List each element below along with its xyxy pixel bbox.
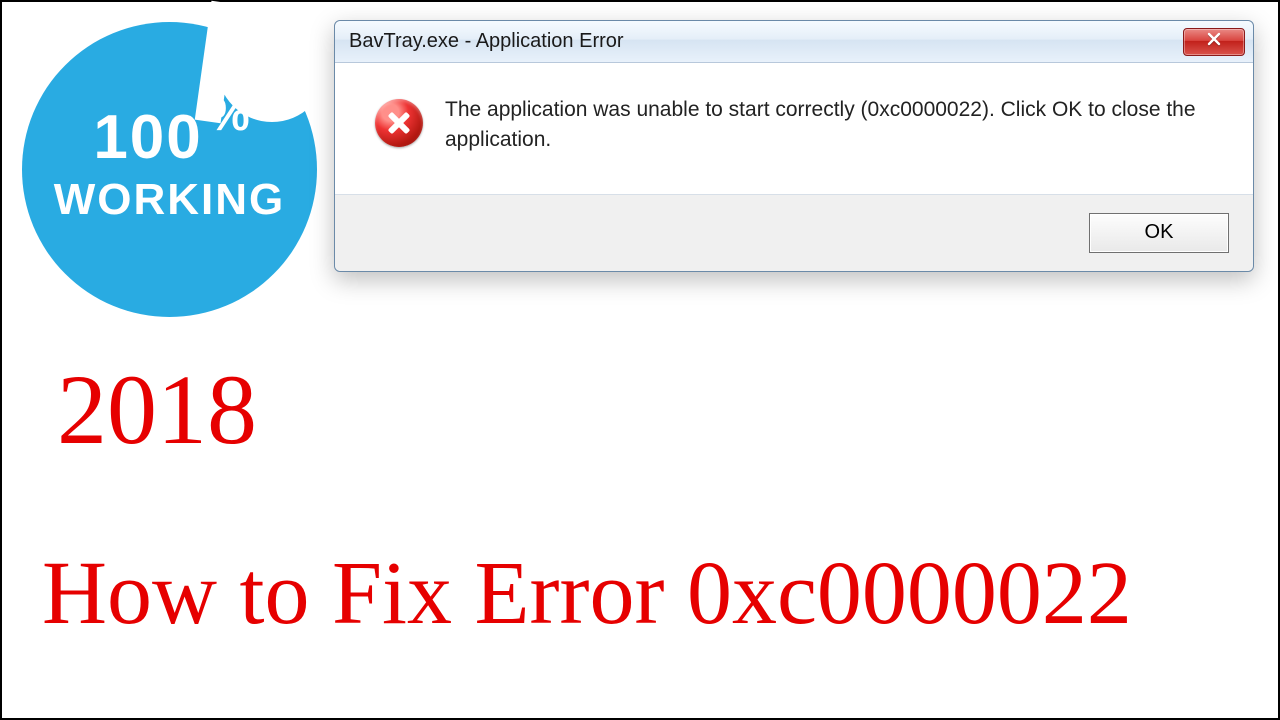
dialog-title: BavTray.exe - Application Error: [349, 30, 1183, 53]
working-badge: 100% WORKING: [22, 22, 317, 317]
close-button[interactable]: [1183, 28, 1245, 56]
ok-button[interactable]: OK: [1089, 213, 1229, 253]
error-dialog: BavTray.exe - Application Error The appl…: [334, 20, 1254, 272]
dialog-message: The application was unable to start corr…: [445, 95, 1213, 156]
dialog-body: The application was unable to start corr…: [335, 63, 1253, 195]
badge-working: WORKING: [22, 175, 317, 225]
error-icon: [375, 99, 423, 147]
overlay-headline: How to Fix Error 0xc0000022: [42, 542, 1132, 645]
close-icon: [1206, 31, 1222, 52]
dialog-footer: OK: [335, 195, 1253, 271]
overlay-year: 2018: [57, 352, 257, 467]
badge-number: 100: [93, 103, 202, 172]
dialog-titlebar[interactable]: BavTray.exe - Application Error: [335, 21, 1253, 63]
badge-percent: %: [209, 91, 252, 137]
badge-text: 100% WORKING: [22, 107, 317, 225]
